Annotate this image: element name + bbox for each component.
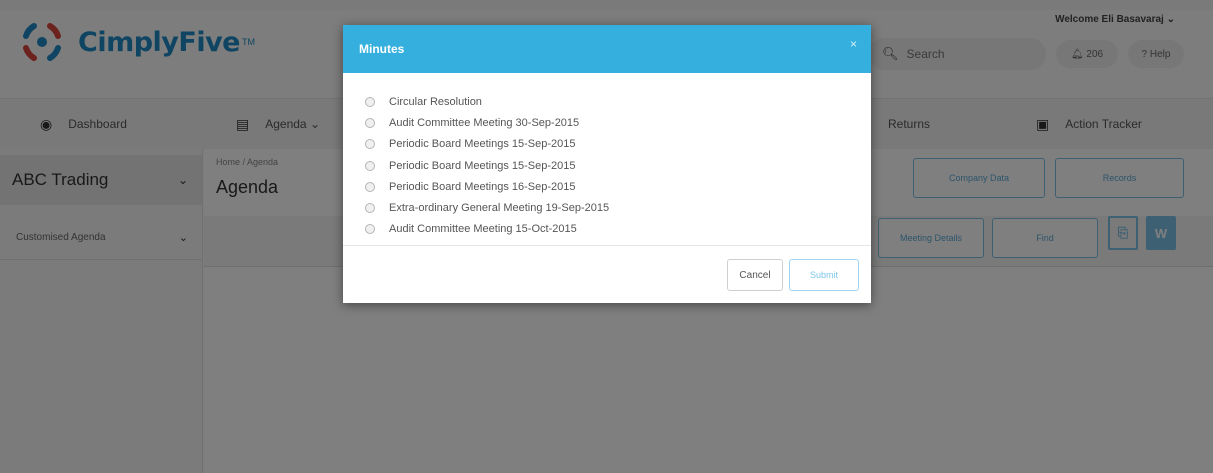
minutes-modal: Minutes × Circular Resolution Audit Comm… [343,25,871,303]
cancel-button[interactable]: Cancel [727,259,783,291]
option-label: Circular Resolution [389,95,482,108]
option-label: Periodic Board Meetings 15-Sep-2015 [389,138,576,151]
modal-header: Minutes × [343,25,871,73]
radio-button[interactable] [365,139,375,150]
modal-title: Minutes [359,42,405,56]
close-icon[interactable]: × [850,37,857,51]
radio-button[interactable] [365,160,375,171]
radio-button[interactable] [365,96,375,107]
option-label: Audit Committee Meeting 30-Sep-2015 [389,116,580,129]
minutes-option[interactable]: Periodic Board Meetings 15-Sep-2015 [365,134,609,155]
caption-strip [0,0,1213,10]
submit-button[interactable]: Submit [789,259,859,291]
minutes-option[interactable]: Circular Resolution [365,91,609,112]
radio-button[interactable] [365,224,375,235]
modal-divider [343,245,871,246]
option-label: Audit Committee Meeting 15-Oct-2015 [389,223,577,236]
minutes-option[interactable]: Periodic Board Meetings 16-Sep-2015 [365,176,609,197]
minutes-options: Circular Resolution Audit Committee Meet… [365,91,609,240]
minutes-option[interactable]: Audit Committee Meeting 30-Sep-2015 [365,112,609,133]
minutes-option[interactable]: Audit Committee Meeting 15-Oct-2015 [365,219,609,240]
app-window: CimplyFive TM Welcome Eli Basavaraj ⌄ 🔍︎… [0,0,1213,473]
radio-button[interactable] [365,117,375,128]
option-label: Periodic Board Meetings 16-Sep-2015 [389,180,576,193]
minutes-option[interactable]: Extra-ordinary General Meeting 19-Sep-20… [365,197,609,218]
radio-button[interactable] [365,203,375,214]
option-label: Extra-ordinary General Meeting 19-Sep-20… [389,202,610,215]
radio-button[interactable] [365,181,375,192]
minutes-option[interactable]: Periodic Board Meetings 15-Sep-2015 [365,155,609,176]
option-label: Periodic Board Meetings 15-Sep-2015 [389,159,576,172]
